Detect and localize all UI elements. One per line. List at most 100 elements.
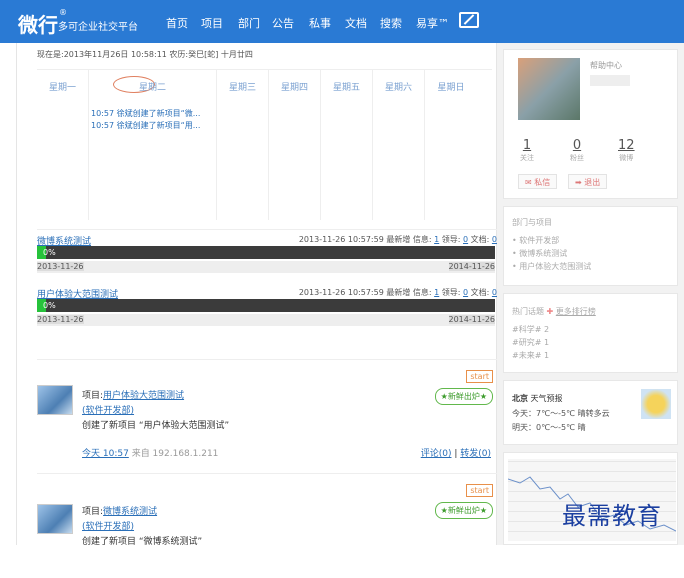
nav-home[interactable]: 首页 (166, 15, 188, 31)
day-wed[interactable]: 星期三 (217, 70, 269, 220)
feed-item: start ★新鲜出炉★ 项目:用户体验大范围测试 (软件开发部) 创建了新项目… (37, 359, 497, 464)
feed-project-link[interactable]: 微博系统测试 (103, 507, 157, 517)
profile-avatar[interactable] (518, 58, 580, 120)
stat-posts[interactable]: 12 微博 (618, 138, 635, 163)
feed-dept-link[interactable]: (软件开发部) (82, 522, 134, 532)
feed-label: 项目: (82, 507, 104, 517)
start-tag: start (466, 370, 493, 383)
list-item: 微博系统测试 (519, 249, 568, 258)
sidebar: 帮助中心 1 关注 0 粉丝 12 微博 ✉ 私信 ➡ 退出 部门与项目 • 软件开发… (497, 43, 684, 545)
help-center-link[interactable]: 帮助中心 (590, 60, 622, 71)
profile-card: 帮助中心 1 关注 0 粉丝 12 微博 ✉ 私信 ➡ 退出 (503, 49, 678, 199)
avatar[interactable] (37, 504, 73, 534)
feed-dept-link[interactable]: (软件开发部) (82, 406, 134, 416)
nav-share[interactable]: 易享™ (416, 15, 449, 31)
week-calendar: 星期一 星期二 10:57 徐斌创建了新项目“微... 10:57 徐斌创建了新… (37, 69, 492, 245)
lead-count-link[interactable]: 0 (463, 235, 468, 244)
feed-label: 项目: (82, 391, 104, 401)
feed-source: 来自 192.168.1.211 (131, 449, 219, 459)
project-progress: 用户体验大范围测试 2013-11-26 10:57:59 最新增 信息: 1 … (37, 287, 497, 335)
weather-tomorrow: 明天：0℃～-5℃ 晴 (512, 423, 586, 432)
day-label: 星期四 (280, 83, 308, 93)
nav-projects[interactable]: 项目 (201, 15, 223, 31)
day-sat[interactable]: 星期六 (373, 70, 425, 220)
day-label: 星期五 (332, 83, 360, 93)
repost-link[interactable]: 转发(0) (460, 449, 491, 459)
weather-box: 北京 天气预报 今天：7℃～-5℃ 晴转多云 明天：0℃～-5℃ 晴 (503, 380, 678, 445)
info-count-link[interactable]: 1 (434, 288, 439, 297)
lead-label: 领导: (441, 288, 461, 297)
stat-followers[interactable]: 0 粉丝 (570, 138, 584, 163)
nav-notices[interactable]: 公告 (272, 15, 294, 31)
stat-following[interactable]: 1 关注 (520, 138, 534, 163)
doc-label: 文档: (470, 235, 490, 244)
feed-item: start ★新鲜出炉★ 项目:微博系统测试 (软件开发部) 创建了新项目 “微… (37, 473, 497, 578)
day-thu[interactable]: 星期四 (269, 70, 321, 220)
plus-icon: ✚ (546, 307, 554, 316)
calendar-event[interactable]: 10:57 徐斌创建了新项目“微... (91, 108, 200, 119)
nav-docs[interactable]: 文档 (345, 15, 367, 31)
project-link[interactable]: • 用户体验大范围测试 (512, 261, 591, 272)
list-item: 用户体验大范围测试 (519, 262, 592, 271)
dept-project-box: 部门与项目 • 软件开发部 • 微博系统测试 • 用户体验大范围测试 (503, 206, 678, 286)
info-prefix: 2013-11-26 10:57:59 最新增 信息: (298, 288, 432, 297)
day-tue[interactable]: 星期二 10:57 徐斌创建了新项目“微... 10:57 徐斌创建了新项目“用… (89, 70, 217, 220)
start-date: 2013-11-26 (37, 262, 84, 271)
nav-search[interactable]: 搜索 (380, 15, 402, 31)
more-rank-link[interactable]: 更多排行榜 (556, 307, 596, 316)
lead-count-link[interactable]: 0 (463, 288, 468, 297)
progress-label: 0% (43, 248, 56, 257)
brand-subtitle: 多可企业社交平台 (58, 22, 138, 33)
nav-private[interactable]: 私事 (309, 15, 331, 31)
feed-project-link[interactable]: 用户体验大范围测试 (103, 391, 184, 401)
topic-item[interactable]: #研究# 1 (512, 337, 549, 348)
stat-label: 关注 (520, 154, 534, 162)
stat-value: 12 (618, 138, 635, 153)
calendar-event[interactable]: 10:57 徐斌创建了新项目“用... (91, 120, 200, 131)
progress-bar: 0% (37, 246, 495, 259)
doc-label: 文档: (470, 288, 490, 297)
compose-icon[interactable] (459, 12, 479, 28)
logout-button[interactable]: ➡ 退出 (568, 174, 608, 189)
avatar[interactable] (37, 385, 73, 415)
info-prefix: 2013-11-26 10:57:59 最新增 信息: (298, 235, 432, 244)
day-sun[interactable]: 星期日 (425, 70, 477, 220)
project-info: 2013-11-26 10:57:59 最新增 信息: 1 领导: 0 文档: … (299, 287, 497, 298)
logout-label: 退出 (584, 178, 601, 187)
day-label: 星期六 (384, 83, 412, 93)
comment-link[interactable]: 评论(0) (421, 449, 452, 459)
feed-action: 创建了新项目 “用户体验大范围测试” (82, 421, 230, 431)
project-info: 2013-11-26 10:57:59 最新增 信息: 1 领导: 0 文档: … (299, 234, 497, 245)
mail-icon: ✉ (525, 178, 535, 187)
list-item: 软件开发部 (519, 236, 560, 245)
day-mon[interactable]: 星期一 (37, 70, 89, 220)
project-progress: 微博系统测试 2013-11-26 10:57:59 最新增 信息: 1 领导:… (37, 229, 497, 277)
lead-label: 领导: (441, 235, 461, 244)
feed-action: 创建了新项目 “微博系统测试” (82, 537, 203, 547)
end-date: 2014-11-26 (448, 315, 495, 324)
day-label: 星期日 (437, 83, 465, 93)
top-nav: 微行 ® 多可企业社交平台 首页 项目 部门 公告 私事 文档 搜索 易享™ (0, 0, 684, 43)
progress-bar: 0% (37, 299, 495, 312)
feed-time-link[interactable]: 今天 10:57 (82, 449, 129, 459)
current-time: 现在是:2013年11月26日 10:58:11 农历:癸巳[蛇] 十月廿四 (37, 50, 253, 59)
stat-label: 微博 (619, 154, 634, 162)
weather-city: 北京 (512, 394, 528, 403)
info-count-link[interactable]: 1 (434, 235, 439, 244)
start-date: 2013-11-26 (37, 315, 84, 324)
project-link[interactable]: • 微博系统测试 (512, 248, 567, 259)
message-button[interactable]: ✉ 私信 (518, 174, 558, 189)
stat-label: 粉丝 (570, 154, 584, 162)
section-title: 热门话题 (512, 307, 544, 316)
date-range: 2013-11-26 2014-11-26 (37, 261, 495, 273)
watermark: 最需教育 (562, 502, 662, 530)
day-fri[interactable]: 星期五 (321, 70, 373, 220)
topics-box: 热门话题 ✚ 更多排行榜 #科学# 2 #研究# 1 #未来# 1 (503, 293, 678, 373)
brand-logo[interactable]: 微行 (18, 9, 58, 38)
topic-item[interactable]: #科学# 2 (512, 324, 549, 335)
stat-value: 0 (572, 138, 582, 153)
nav-depts[interactable]: 部门 (238, 15, 260, 31)
topic-item[interactable]: #未来# 1 (512, 350, 549, 361)
new-badge: ★新鲜出炉★ (434, 502, 493, 519)
dept-link[interactable]: • 软件开发部 (512, 235, 559, 246)
